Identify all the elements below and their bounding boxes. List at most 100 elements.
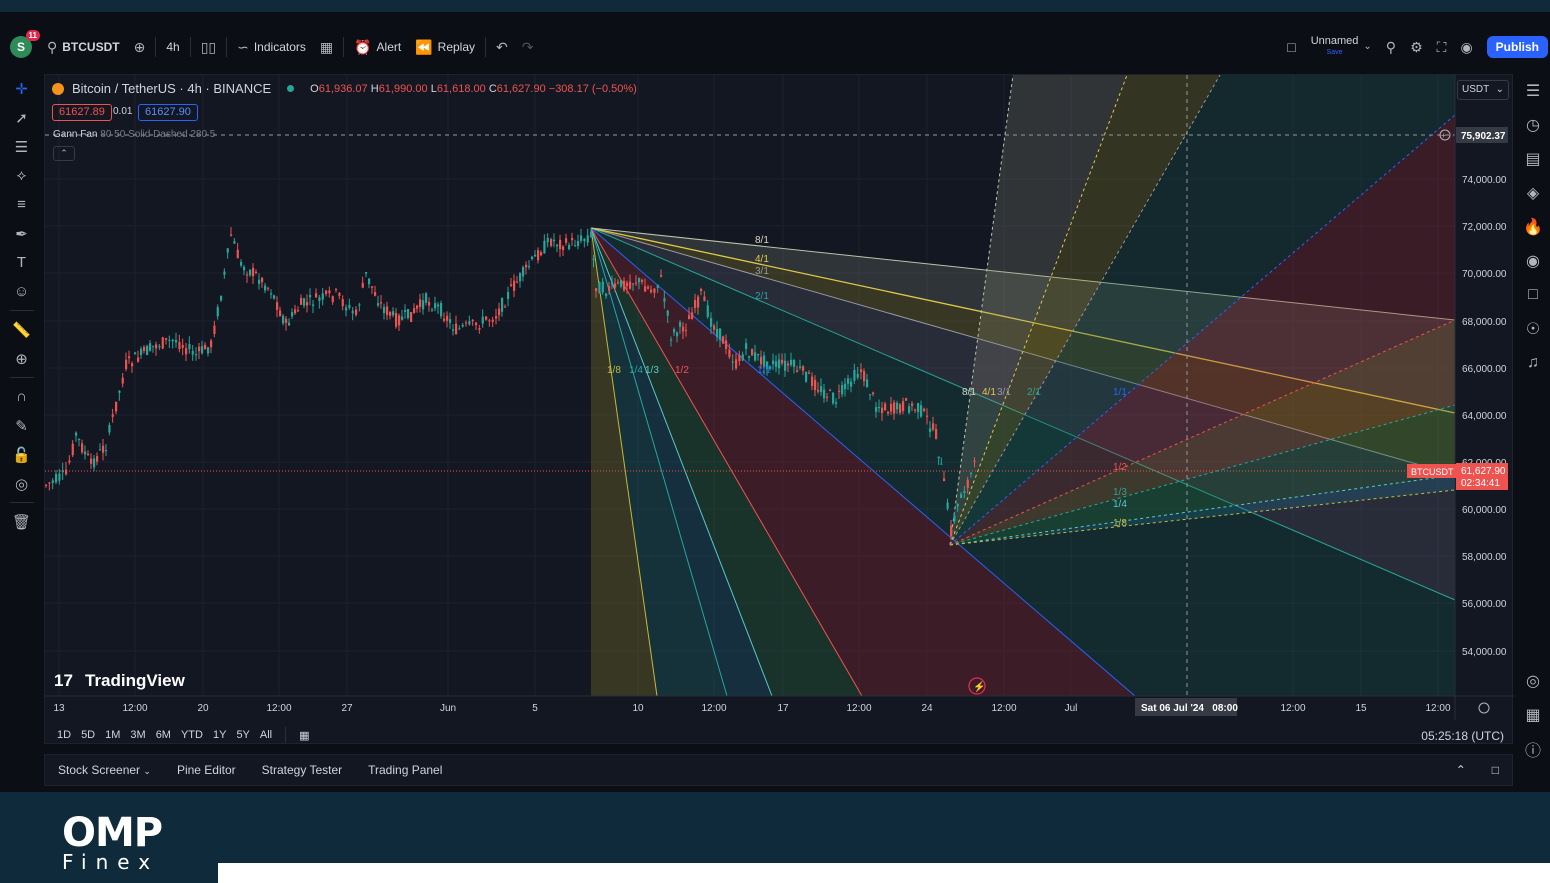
candle-body bbox=[345, 307, 348, 311]
candle-body bbox=[68, 460, 71, 463]
candle-body bbox=[546, 237, 549, 243]
gann-fan-2[interactable] bbox=[949, 75, 1456, 546]
undo-button[interactable]: ↶ bbox=[489, 34, 515, 60]
range-1d-button[interactable]: 1D bbox=[52, 729, 76, 741]
news-icon[interactable]: ▤ bbox=[1519, 142, 1547, 176]
candle-body bbox=[140, 348, 143, 355]
range-all-button[interactable]: All bbox=[255, 729, 277, 741]
pine-editor-tab[interactable]: Pine Editor bbox=[164, 763, 249, 777]
strategy-tester-tab[interactable]: Strategy Tester bbox=[249, 763, 355, 777]
chat-icon[interactable]: □ bbox=[1519, 278, 1547, 312]
alerts-icon[interactable]: ◷ bbox=[1519, 108, 1547, 142]
user-avatar[interactable]: S 11 bbox=[10, 30, 40, 58]
target-icon[interactable]: ◎ bbox=[1519, 664, 1547, 698]
layout-menu-button[interactable]: □ Unnamed Save ⌄ bbox=[1280, 34, 1379, 60]
layers-icon[interactable]: ◈ bbox=[1519, 176, 1547, 210]
indicators-button[interactable]: ∽ Indicators bbox=[230, 34, 313, 60]
y-axis[interactable]: 74,000.00 72,000.00 70,000.00 68,000.00 66,0… bbox=[1462, 175, 1507, 658]
chart-type-button[interactable]: ▯▯ bbox=[194, 34, 223, 60]
candle-body bbox=[775, 361, 778, 367]
candle-body bbox=[501, 298, 504, 312]
symbol-legend[interactable]: Bitcoin / TetherUS · 4h · BINANCE O61,93… bbox=[52, 81, 637, 96]
sell-button[interactable]: 61627.89 bbox=[52, 104, 112, 121]
stock-screener-tab[interactable]: Stock Screener ⌄ bbox=[45, 763, 164, 777]
currency-select[interactable]: USDT ⌄ bbox=[1457, 80, 1509, 100]
alert-button[interactable]: ⏰ Alert bbox=[347, 34, 408, 60]
hotlist-icon[interactable]: 🔥 bbox=[1519, 210, 1547, 244]
range-6m-button[interactable]: 6M bbox=[151, 729, 176, 741]
candle-body bbox=[243, 266, 246, 271]
candle-body bbox=[838, 390, 841, 392]
magnet-icon[interactable]: ∩ bbox=[8, 383, 36, 411]
candle-body bbox=[601, 281, 604, 293]
candle-body bbox=[410, 312, 413, 322]
range-1m-button[interactable]: 1M bbox=[100, 729, 125, 741]
candle-body bbox=[513, 280, 516, 291]
x-axis[interactable]: 13 12:00 20 12:00 27 Jun 5 10 12:00 17 12:00 24 12:0… bbox=[53, 703, 1451, 714]
emoji-icon[interactable]: ☺ bbox=[8, 278, 36, 306]
goto-date-icon[interactable]: ▦ bbox=[294, 729, 314, 742]
replay-button[interactable]: ⏪ Replay bbox=[408, 34, 482, 60]
range-1y-button[interactable]: 1Y bbox=[208, 729, 231, 741]
crosshair-price-label: 75,902.37 bbox=[1461, 131, 1506, 142]
maximize-panel-icon[interactable]: □ bbox=[1479, 763, 1512, 777]
chart-svg[interactable]: 8/1 4/1 3/1 2/1 1/8 1/4 1/3 1/2 1/1 8/1 … bbox=[45, 75, 1514, 745]
pattern-icon[interactable]: ⟡ bbox=[8, 162, 36, 190]
candle-body bbox=[437, 304, 440, 307]
study-legend[interactable]: Gann Fan 80 50 Solid Dashed 280 5 bbox=[53, 129, 215, 140]
trading-panel-tab[interactable]: Trading Panel bbox=[355, 763, 455, 777]
lock-icon[interactable]: 🔓 bbox=[8, 441, 36, 469]
y-tick-label: 72,000.00 bbox=[1462, 222, 1507, 233]
y-tick-label: 58,000.00 bbox=[1462, 552, 1507, 563]
snapshot-button[interactable]: ◉ bbox=[1453, 34, 1479, 60]
redo-button[interactable]: ↷ bbox=[515, 34, 541, 60]
candle-body bbox=[348, 304, 351, 308]
brush-icon[interactable]: ✒ bbox=[8, 220, 36, 248]
notifications-icon[interactable]: ♫ bbox=[1519, 346, 1547, 380]
candle-body bbox=[374, 292, 377, 296]
range-3m-button[interactable]: 3M bbox=[125, 729, 150, 741]
buy-button[interactable]: 61627.90 bbox=[138, 104, 198, 121]
lock-drawing-icon[interactable]: ✎ bbox=[8, 412, 36, 440]
interval-button[interactable]: 4h bbox=[159, 34, 186, 60]
fullscreen-button[interactable]: ⛶ bbox=[1430, 34, 1454, 60]
publish-button[interactable]: Publish bbox=[1486, 36, 1548, 58]
ideas-icon[interactable]: ◉ bbox=[1519, 244, 1547, 278]
candle-body bbox=[481, 316, 484, 324]
ruler-icon[interactable]: 📏 bbox=[8, 316, 36, 344]
forecast-icon[interactable]: ≡ bbox=[8, 191, 36, 219]
compare-symbol-button[interactable]: ⊕ bbox=[127, 34, 153, 60]
axis-settings-icon[interactable] bbox=[1478, 702, 1490, 714]
settings-button[interactable]: ⚙ bbox=[1403, 34, 1430, 60]
range-5d-button[interactable]: 5D bbox=[76, 729, 100, 741]
layouts-button[interactable]: ▦ bbox=[313, 34, 340, 60]
top-band bbox=[0, 0, 1550, 12]
text-icon[interactable]: T bbox=[8, 249, 36, 277]
collapse-legend-button[interactable]: ⌃ bbox=[53, 146, 75, 161]
trend-line-icon[interactable]: ➚ bbox=[8, 104, 36, 132]
eye-icon[interactable]: ◎ bbox=[8, 470, 36, 498]
bottom-panel-bar: Stock Screener ⌄ Pine Editor Strategy Te… bbox=[44, 754, 1513, 786]
candle-body bbox=[338, 292, 341, 296]
zoom-icon[interactable]: ⊕ bbox=[8, 345, 36, 373]
utc-clock[interactable]: 05:25:18 (UTC) bbox=[1421, 729, 1504, 743]
candle-body bbox=[725, 340, 728, 349]
candle-body bbox=[115, 401, 118, 412]
watchlist-icon[interactable]: ☰ bbox=[1519, 74, 1547, 108]
expand-panel-icon[interactable]: ⌃ bbox=[1443, 763, 1479, 777]
candle-body bbox=[240, 261, 243, 266]
quick-search-button[interactable]: ⚲ bbox=[1379, 34, 1403, 60]
candle-body bbox=[741, 354, 744, 361]
help-icon[interactable]: ⓘ bbox=[1519, 732, 1547, 766]
calendar-icon[interactable]: ▦ bbox=[1519, 698, 1547, 732]
candle-body bbox=[452, 329, 455, 331]
range-ytd-button[interactable]: YTD bbox=[176, 729, 208, 741]
chart-pane[interactable]: 8/1 4/1 3/1 2/1 1/8 1/4 1/3 1/2 1/1 8/1 … bbox=[44, 74, 1514, 745]
crosshair-icon[interactable]: ✛ bbox=[8, 75, 36, 103]
symbol-search-button[interactable]: ⚲ BTCUSDT bbox=[40, 34, 127, 60]
streams-icon[interactable]: ☉ bbox=[1519, 312, 1547, 346]
candle-body bbox=[93, 458, 96, 468]
trash-icon[interactable]: 🗑 bbox=[8, 508, 36, 536]
fib-icon[interactable]: ☰ bbox=[8, 133, 36, 161]
range-5y-button[interactable]: 5Y bbox=[231, 729, 254, 741]
